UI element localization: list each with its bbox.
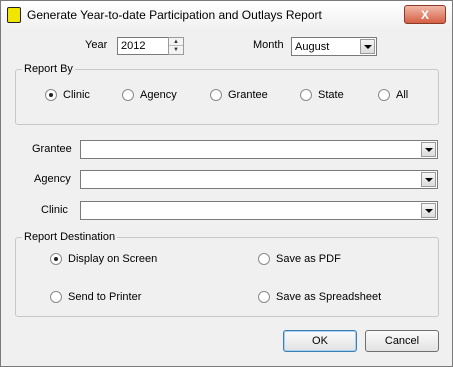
agency-label: Agency xyxy=(34,173,71,185)
clinic-label: Clinic xyxy=(41,204,68,216)
radio-label: Clinic xyxy=(63,89,90,101)
radio-label: Grantee xyxy=(228,89,268,101)
radio-clinic[interactable]: Clinic xyxy=(45,89,90,101)
radio-label: Save as PDF xyxy=(276,253,341,265)
cancel-button[interactable]: Cancel xyxy=(365,330,439,352)
grantee-select[interactable] xyxy=(80,140,438,159)
agency-select[interactable] xyxy=(80,170,438,189)
radio-agency[interactable]: Agency xyxy=(122,89,177,101)
report-dialog: Generate Year-to-date Participation and … xyxy=(0,0,453,367)
report-destination-group xyxy=(15,237,439,317)
radio-save-as-spreadsheet[interactable]: Save as Spreadsheet xyxy=(258,291,381,303)
radio-label: Save as Spreadsheet xyxy=(276,291,382,303)
radio-display-on-screen[interactable]: Display on Screen xyxy=(50,253,157,265)
radio-label: Agency xyxy=(140,89,177,101)
close-button[interactable]: X xyxy=(404,5,446,24)
year-spinner[interactable]: ▲ ▼ xyxy=(168,37,184,55)
clinic-select[interactable] xyxy=(80,201,438,220)
radio-state[interactable]: State xyxy=(300,89,344,101)
spinner-down-icon[interactable]: ▼ xyxy=(169,46,183,54)
radio-indicator xyxy=(122,89,134,101)
window-title: Generate Year-to-date Participation and … xyxy=(27,8,322,22)
radio-indicator xyxy=(210,89,222,101)
radio-indicator xyxy=(50,291,62,303)
radio-label: Send to Printer xyxy=(68,291,142,303)
month-label: Month xyxy=(253,39,284,51)
report-destination-label: Report Destination xyxy=(22,231,118,243)
report-app-icon xyxy=(7,7,21,23)
month-value: August xyxy=(295,41,330,53)
radio-indicator xyxy=(378,89,390,101)
radio-send-to-printer[interactable]: Send to Printer xyxy=(50,291,141,303)
chevron-down-icon[interactable] xyxy=(421,203,436,218)
report-by-label: Report By xyxy=(22,63,75,75)
radio-all[interactable]: All xyxy=(378,89,408,101)
close-icon: X xyxy=(420,7,429,22)
chevron-down-icon[interactable] xyxy=(421,172,436,187)
radio-indicator xyxy=(258,253,270,265)
radio-save-as-pdf[interactable]: Save as PDF xyxy=(258,253,341,265)
radio-indicator xyxy=(258,291,270,303)
radio-indicator xyxy=(50,253,62,265)
radio-grantee[interactable]: Grantee xyxy=(210,89,268,101)
chevron-down-icon[interactable] xyxy=(421,142,436,157)
grantee-label: Grantee xyxy=(32,143,72,155)
ok-button[interactable]: OK xyxy=(283,330,357,352)
radio-label: All xyxy=(396,89,409,101)
radio-label: Display on Screen xyxy=(68,253,158,265)
chevron-down-icon[interactable] xyxy=(360,39,375,54)
radio-label: State xyxy=(318,89,344,101)
year-label: Year xyxy=(85,39,108,51)
spinner-up-icon[interactable]: ▲ xyxy=(169,38,183,46)
year-input[interactable]: 2012 xyxy=(117,37,169,55)
month-select[interactable]: August xyxy=(291,37,377,56)
title-bar: Generate Year-to-date Participation and … xyxy=(1,1,452,30)
radio-indicator xyxy=(45,89,57,101)
radio-indicator xyxy=(300,89,312,101)
